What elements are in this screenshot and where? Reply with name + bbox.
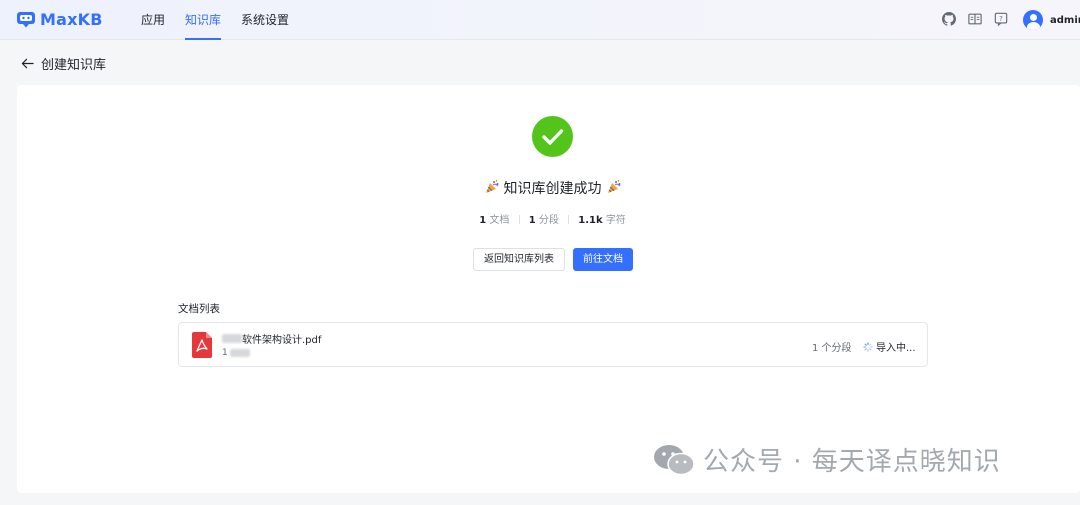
nav-item-apps[interactable]: 应用 (141, 0, 165, 40)
watermark-text: 公众号 · 每天译点晓知识 (703, 447, 1001, 477)
success-title: 知识库创建成功 (17, 178, 1080, 198)
divider (568, 215, 570, 224)
github-icon[interactable] (942, 12, 956, 26)
user-menu[interactable]: admin (1023, 10, 1080, 30)
stat-paragraphs-value: 1 (528, 215, 536, 226)
redacted-text (229, 349, 250, 357)
document-name-text: 软件架构设计.pdf (242, 335, 322, 346)
stats-line: 1 文档 1 分段 1.1k 字符 (17, 211, 1080, 226)
document-subtitle: 1 (222, 348, 250, 358)
document-paragraph-count: 1 个分段 (812, 343, 852, 354)
success-check-icon (532, 116, 573, 157)
page-title: 创建知识库 (41, 58, 107, 73)
watermark: 公众号 · 每天译点晓知识 (653, 441, 1001, 478)
stat-docs-value: 1 (479, 215, 487, 226)
redacted-text (222, 334, 242, 343)
divider (518, 215, 520, 224)
logo[interactable]: MaxKB (16, 10, 103, 29)
document-status: 导入中... (863, 339, 916, 354)
book-icon[interactable] (968, 12, 982, 26)
list-item[interactable]: 软件架构设计.pdf 1 1 个分段 导入中... (178, 322, 928, 367)
page-title-row: 创建知识库 (21, 54, 106, 73)
pdf-file-icon (192, 332, 212, 358)
document-subtitle-text: 1 (222, 348, 228, 358)
nav-item-settings[interactable]: 系统设置 (241, 0, 289, 40)
header-icons: ? (942, 12, 1008, 26)
help-icon[interactable]: ? (994, 12, 1008, 26)
loading-icon (863, 341, 873, 352)
top-header: MaxKB 应用 知识库 系统设置 ? admin (0, 0, 1080, 40)
result-card: 知识库创建成功 1 文档 1 分段 1.1k 字符 返回知识库列表 前往文档 文… (17, 85, 1080, 493)
go-to-docs-button[interactable]: 前往文档 (573, 248, 633, 271)
document-list-label: 文档列表 (178, 303, 220, 315)
logo-text: MaxKB (40, 10, 103, 29)
username: admin (1050, 14, 1080, 26)
back-to-list-button[interactable]: 返回知识库列表 (473, 248, 565, 271)
stat-chars-value: 1.1k (578, 215, 603, 226)
avatar[interactable] (1023, 10, 1043, 30)
document-name[interactable]: 软件架构设计.pdf (222, 331, 321, 346)
stat-docs-unit: 文档 (489, 215, 510, 226)
main-nav: 应用 知识库 系统设置 (141, 0, 309, 40)
party-popper-icon (607, 180, 620, 193)
logo-robot-icon (17, 12, 35, 28)
success-title-text: 知识库创建成功 (503, 181, 602, 197)
party-popper-icon (485, 180, 498, 193)
svg-text:?: ? (999, 15, 1003, 23)
stat-chars-unit: 字符 (605, 215, 626, 226)
nav-item-knowledge[interactable]: 知识库 (185, 0, 222, 40)
document-status-text: 导入中... (876, 343, 916, 354)
back-arrow-icon[interactable] (21, 57, 34, 70)
wechat-icon (654, 444, 695, 475)
stat-paragraphs-unit: 分段 (538, 215, 559, 226)
